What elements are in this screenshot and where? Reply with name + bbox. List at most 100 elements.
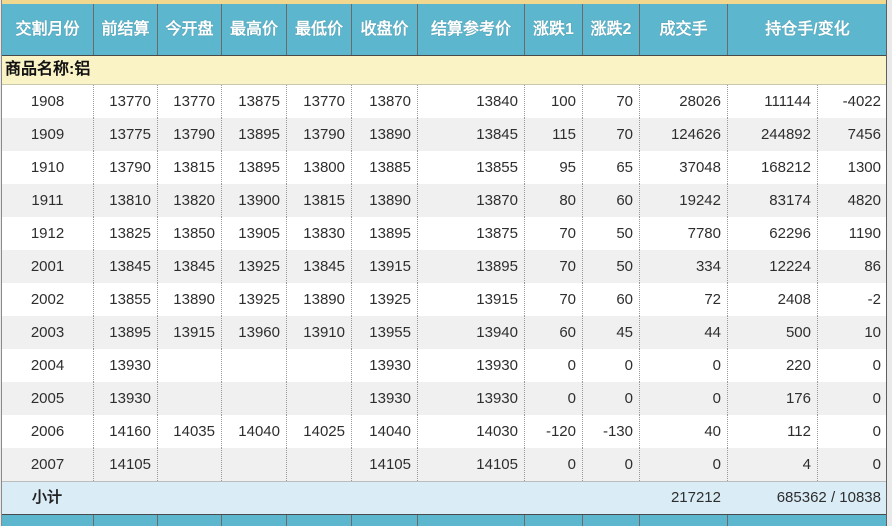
cell-high: 13925	[221, 250, 286, 283]
cell-low: 13815	[286, 184, 351, 217]
cell-month: 2002	[30, 291, 65, 308]
cell-open_interest: 500	[727, 316, 817, 349]
next-section-header-strip	[2, 514, 886, 526]
next-header-cell-close	[351, 515, 417, 526]
cell-change2: 60	[582, 184, 639, 217]
cell-close: 13930	[351, 382, 417, 415]
table-row-2005: 2005 13930 13930 13930 0 0 0 176 0	[2, 382, 886, 415]
cell-change2: 0	[582, 448, 639, 481]
cell-change2: 70	[582, 85, 639, 118]
cell-high: 13925	[221, 283, 286, 316]
cell-change2: 50	[582, 217, 639, 250]
cell-high: 13905	[221, 217, 286, 250]
cell-month: 2005	[30, 390, 65, 407]
cell-close: 13890	[351, 184, 417, 217]
cell-open: 13890	[157, 283, 221, 316]
cell-change1: 70	[524, 250, 582, 283]
cell-prev_settle: 13930	[93, 382, 157, 415]
cell-prev_settle: 13775	[93, 118, 157, 151]
cell-settle_ref: 14105	[417, 448, 524, 481]
cell-close: 13925	[351, 283, 417, 316]
cell-high: 13875	[221, 85, 286, 118]
cell-oi_change: 0	[817, 382, 887, 415]
table-row-2006: 2006 14160 14035 14040 14025 14040 14030 -120 -1…	[2, 415, 886, 448]
cell-change2: 45	[582, 316, 639, 349]
cell-open_interest: 112	[727, 415, 817, 448]
cell-prev_settle: 13825	[93, 217, 157, 250]
cell-low: 13890	[286, 283, 351, 316]
table-row-1912: 1912 13825 13850 13905 13830 13895 13875 70 50 77…	[2, 217, 886, 250]
table-row-1911: 1911 13810 13820 13900 13815 13890 13870 80 60 19…	[2, 184, 886, 217]
column-header-low: 最低价	[286, 4, 351, 55]
cell-open: 13815	[157, 151, 221, 184]
cell-settle_ref: 13915	[417, 283, 524, 316]
cell-open_interest: 12224	[727, 250, 817, 283]
cell-oi_change: 0	[817, 349, 887, 382]
cell-low	[286, 382, 351, 415]
cell-oi_change: -4022	[817, 85, 887, 118]
cell-oi_change: 86	[817, 250, 887, 283]
next-header-cell-change2	[582, 515, 639, 526]
cell-oi_change: 7456	[817, 118, 887, 151]
cell-close: 13870	[351, 85, 417, 118]
cell-prev_settle: 14105	[93, 448, 157, 481]
cell-close: 13930	[351, 349, 417, 382]
cell-close: 13885	[351, 151, 417, 184]
cell-open: 13845	[157, 250, 221, 283]
cell-open_interest: 220	[727, 349, 817, 382]
cell-open	[157, 349, 221, 382]
cell-change2: 50	[582, 250, 639, 283]
cell-high	[221, 349, 286, 382]
product-name-label: 商品名称:铝	[5, 61, 91, 78]
cell-high: 14040	[221, 415, 286, 448]
cell-open	[157, 448, 221, 481]
cell-change2: 70	[582, 118, 639, 151]
cell-change1: 70	[524, 217, 582, 250]
cell-month: 2006	[30, 423, 65, 440]
cell-prev_settle: 13930	[93, 349, 157, 382]
cell-change2: 65	[582, 151, 639, 184]
cell-prev_settle: 13770	[93, 85, 157, 118]
cell-change1: 0	[524, 382, 582, 415]
table-body: 1908 13770 13770 13875 13770 13870 13840 100 70 2…	[2, 85, 886, 481]
cell-high: 13900	[221, 184, 286, 217]
column-header-volume: 成交手	[639, 4, 727, 55]
subtotal-label: 小计	[32, 489, 63, 506]
cell-low: 14025	[286, 415, 351, 448]
cell-close: 13915	[351, 250, 417, 283]
cell-change1: 0	[524, 448, 582, 481]
table-row-2004: 2004 13930 13930 13930 0 0 0 220 0	[2, 349, 886, 382]
cell-change2: 0	[582, 382, 639, 415]
table-row-1910: 1910 13790 13815 13895 13800 13885 13855 95 65 37…	[2, 151, 886, 184]
cell-close: 14040	[351, 415, 417, 448]
cell-prev_settle: 13810	[93, 184, 157, 217]
cell-prev_settle: 13855	[93, 283, 157, 316]
cell-change1: 0	[524, 349, 582, 382]
cell-close: 13955	[351, 316, 417, 349]
cell-settle_ref: 13930	[417, 349, 524, 382]
cell-oi_change: 1190	[817, 217, 887, 250]
table-row-2001: 2001 13845 13845 13925 13845 13915 13895 70 50 33…	[2, 250, 886, 283]
cell-open: 13790	[157, 118, 221, 151]
column-header-change1: 涨跌1	[524, 4, 582, 55]
cell-month: 2004	[30, 357, 65, 374]
cell-open_interest: 168212	[727, 151, 817, 184]
cell-volume: 0	[639, 382, 727, 415]
cell-volume: 0	[639, 349, 727, 382]
cell-prev_settle: 13790	[93, 151, 157, 184]
cell-low: 13830	[286, 217, 351, 250]
cell-open: 13770	[157, 85, 221, 118]
cell-settle_ref: 13855	[417, 151, 524, 184]
cell-volume: 72	[639, 283, 727, 316]
cell-settle_ref: 13930	[417, 382, 524, 415]
cell-prev_settle: 13895	[93, 316, 157, 349]
cell-low: 13845	[286, 250, 351, 283]
column-header-settlement-ref: 结算参考价	[417, 4, 524, 55]
table-row-1909: 1909 13775 13790 13895 13790 13890 13845 115 70 1…	[2, 118, 886, 151]
cell-open_interest: 176	[727, 382, 817, 415]
cell-volume: 44	[639, 316, 727, 349]
cell-low	[286, 349, 351, 382]
cell-change1: 80	[524, 184, 582, 217]
cell-low: 13790	[286, 118, 351, 151]
cell-volume: 7780	[639, 217, 727, 250]
